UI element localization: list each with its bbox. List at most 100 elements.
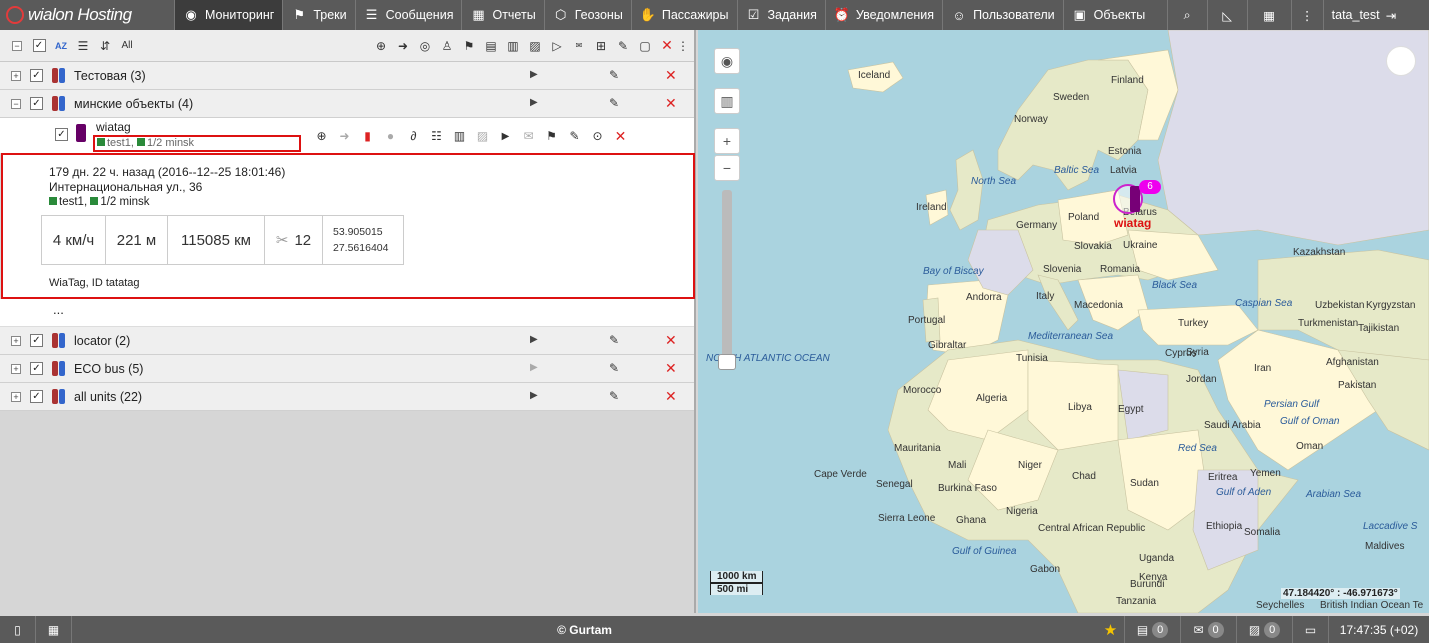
add-column[interactable]: ⊞: [590, 35, 612, 57]
group-checkbox[interactable]: ✓: [30, 334, 43, 347]
unit-checkbox[interactable]: ✓: [55, 128, 68, 141]
show-all-button[interactable]: All: [116, 35, 138, 57]
flag-icon[interactable]: ⚑: [540, 126, 563, 146]
messages-icon[interactable]: ☷: [425, 126, 448, 146]
expand-icon[interactable]: +: [11, 364, 21, 374]
clipboard-column[interactable]: ▢: [634, 35, 656, 57]
nav-passengers[interactable]: ✋ Пассажиры: [632, 0, 738, 30]
group-checkbox[interactable]: ✓: [30, 390, 43, 403]
close-icon[interactable]: ✕: [609, 126, 632, 146]
apps-button[interactable]: ▦: [1248, 0, 1292, 30]
crosshair-icon[interactable]: ⊕: [310, 126, 333, 146]
nav-users[interactable]: ☺ Пользователи: [943, 0, 1064, 30]
nav-reports[interactable]: ▦ Отчеты: [462, 0, 545, 30]
close-icon[interactable]: ✕: [665, 360, 677, 377]
group-row[interactable]: + ✓ ECO bus (5) ▶ ✎ ✕: [0, 355, 694, 383]
notifications-counter[interactable]: ▤ 0: [1125, 616, 1181, 643]
unit-name[interactable]: wiatag: [96, 120, 131, 134]
zoom-out-button[interactable]: −: [714, 155, 740, 181]
group-checkbox[interactable]: ✓: [30, 69, 43, 82]
nav-tracks[interactable]: ⚑ Треки: [283, 0, 356, 30]
sms-column[interactable]: ✉: [568, 35, 590, 57]
nav-units[interactable]: ▣ Объекты: [1064, 0, 1168, 30]
locate-column[interactable]: ⊕: [370, 35, 392, 57]
logout-icon[interactable]: ⇥: [1386, 8, 1396, 23]
play-icon[interactable]: ▶: [530, 69, 538, 80]
sensor-icon[interactable]: ▮: [356, 126, 379, 146]
expand-icon[interactable]: +: [11, 71, 21, 81]
sms-icon[interactable]: ✉: [517, 126, 540, 146]
nav-notifications[interactable]: ⏰ Уведомления: [826, 0, 944, 30]
map-view[interactable]: Iceland Finland Sweden Norway Estonia Latvia B…: [698, 30, 1429, 613]
panel-menu-button[interactable]: ⋮: [677, 35, 689, 57]
play-icon[interactable]: ▶: [530, 390, 538, 401]
play-icon[interactable]: ▶: [530, 97, 538, 108]
collapse-icon[interactable]: −: [11, 99, 21, 109]
play-icon[interactable]: ▶: [494, 126, 517, 146]
group-checkbox[interactable]: ✓: [30, 362, 43, 375]
image-column[interactable]: ▨: [524, 35, 546, 57]
play-icon[interactable]: ▶: [530, 362, 538, 373]
group-checkbox[interactable]: ✓: [30, 97, 43, 110]
group-row[interactable]: + ✓ all units (22) ▶ ✎ ✕: [0, 383, 694, 411]
compass-icon[interactable]: [1386, 46, 1416, 76]
nav-messages[interactable]: ☰ Сообщения: [356, 0, 463, 30]
expand-icon[interactable]: +: [11, 336, 21, 346]
user-menu[interactable]: tata_test ⇥: [1324, 0, 1404, 30]
app-logo[interactable]: wialon Hosting: [0, 0, 175, 30]
video-column[interactable]: ▷: [546, 35, 568, 57]
delete-all-button[interactable]: ✕: [656, 35, 678, 57]
driver-column[interactable]: ♙: [436, 35, 458, 57]
zoom-slider-track[interactable]: [722, 190, 732, 360]
play-icon[interactable]: ▶: [530, 334, 538, 345]
link-icon[interactable]: ∂: [402, 126, 425, 146]
driver-card-button[interactable]: ▭: [1293, 616, 1329, 643]
image-icon[interactable]: ▨: [471, 126, 494, 146]
dot-icon[interactable]: ●: [379, 126, 402, 146]
close-icon[interactable]: ✕: [665, 67, 677, 84]
arrow-circle-icon[interactable]: ➜: [333, 126, 356, 146]
sort-button[interactable]: AZ: [50, 35, 72, 57]
zoom-in-button[interactable]: +: [714, 128, 740, 154]
direction-column[interactable]: ➜: [392, 35, 414, 57]
close-icon[interactable]: ✕: [665, 388, 677, 405]
settings-column[interactable]: ✎: [612, 35, 634, 57]
group-row[interactable]: − ✓ минские объекты (4) ▶ ✎ ✕: [0, 90, 694, 118]
widgets-button[interactable]: ▦: [36, 616, 72, 643]
close-icon[interactable]: ✕: [665, 332, 677, 349]
wrench-icon[interactable]: ✎: [609, 389, 619, 403]
group-row[interactable]: + ✓ Тестовая (3) ▶ ✎ ✕: [0, 62, 694, 90]
wrench-icon[interactable]: ✎: [609, 96, 619, 110]
group-row[interactable]: + ✓ locator (2) ▶ ✎ ✕: [0, 327, 694, 355]
toggle-panel-button[interactable]: ▯: [0, 616, 36, 643]
images-counter[interactable]: ▨ 0: [1237, 616, 1293, 643]
chevron-down-circle-icon[interactable]: ⊙: [586, 126, 609, 146]
search-button[interactable]: ⌕: [1168, 0, 1208, 30]
map-layers-button[interactable]: ▥: [714, 88, 740, 114]
more-rows[interactable]: ...: [0, 299, 694, 327]
nav-geofences[interactable]: ⬡ Геозоны: [545, 0, 632, 30]
more-menu-button[interactable]: ⋮: [1292, 0, 1324, 30]
nav-tasks[interactable]: ☑ Задания: [738, 0, 826, 30]
wrench-icon[interactable]: ✎: [563, 126, 586, 146]
favorites-button[interactable]: ★: [1097, 616, 1125, 643]
collapse-all-button[interactable]: −: [6, 35, 28, 57]
close-icon[interactable]: ✕: [665, 95, 677, 112]
wrench-icon[interactable]: ✎: [609, 361, 619, 375]
connection-column[interactable]: ◎: [414, 35, 436, 57]
expand-icon[interactable]: +: [11, 392, 21, 402]
list-view-button[interactable]: ☰: [72, 35, 94, 57]
measure-button[interactable]: ◺: [1208, 0, 1248, 30]
chart-icon[interactable]: ▥: [448, 126, 471, 146]
filter-button[interactable]: ⇵: [94, 35, 116, 57]
unit-map-label[interactable]: wiatag: [1114, 216, 1151, 230]
track-column[interactable]: ⚑: [458, 35, 480, 57]
messages-counter[interactable]: ✉ 0: [1181, 616, 1237, 643]
visibility-button[interactable]: ◉: [714, 48, 740, 74]
messages-column[interactable]: ▤: [480, 35, 502, 57]
wrench-icon[interactable]: ✎: [609, 333, 619, 347]
zoom-slider-handle[interactable]: [718, 354, 736, 370]
select-all-checkbox[interactable]: ✓: [28, 35, 50, 57]
unit-row[interactable]: ✓ wiatag test1, 1/2 minsk ⊕ ➜ ▮ ● ∂ ☷ ▥ …: [0, 118, 694, 154]
nav-monitoring[interactable]: ◉ Мониторинг: [175, 0, 284, 30]
